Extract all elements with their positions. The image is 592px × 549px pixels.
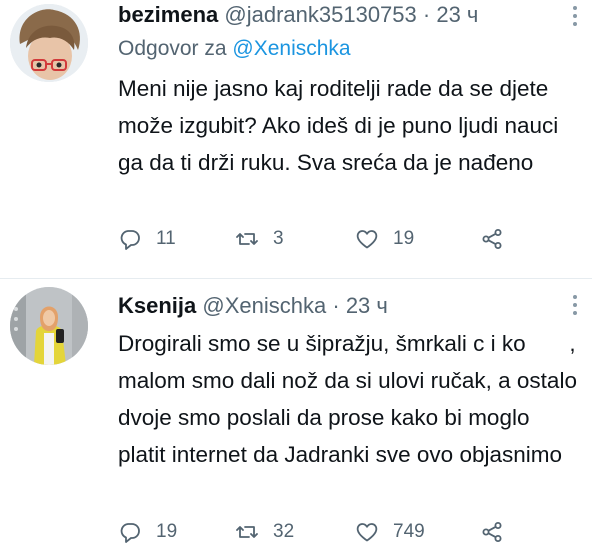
display-name[interactable]: Ksenija xyxy=(118,293,196,318)
replying-to: Odgovor za @Xenischka xyxy=(118,34,578,64)
reply-count: 11 xyxy=(156,228,176,249)
reply-count: 19 xyxy=(156,521,178,542)
tweet-text: Drogirali smo se u šipražju, šmrkali c i… xyxy=(118,331,584,467)
tweet-header: bezimena @jadrank35130753 · 23 ч xyxy=(118,0,578,30)
tweet-actions: 19 32 749 xyxy=(118,515,538,549)
avatar-image xyxy=(10,4,88,82)
like-count: 19 xyxy=(393,228,415,249)
separator: · xyxy=(332,293,340,318)
share-icon xyxy=(482,229,502,249)
share-icon xyxy=(482,522,502,542)
user-handle[interactable]: @jadrank35130753 xyxy=(224,2,416,27)
like-button[interactable]: 749 xyxy=(355,520,480,544)
avatar[interactable] xyxy=(10,4,88,82)
heart-icon xyxy=(356,230,378,249)
tweet-text: Meni nije jasno kaj roditelji rade da se… xyxy=(118,76,559,175)
reply-icon xyxy=(120,230,140,250)
reply-icon xyxy=(120,523,140,543)
heart-icon xyxy=(356,523,378,542)
like-button[interactable]: 19 xyxy=(355,227,480,251)
retweet-icon xyxy=(236,526,258,538)
user-handle[interactable]: @Xenischka xyxy=(202,293,326,318)
share-button[interactable] xyxy=(480,520,504,544)
tweet-actions: 11 3 19 xyxy=(118,222,538,256)
reply-button[interactable]: 11 xyxy=(118,227,235,251)
like-count: 749 xyxy=(393,521,425,542)
avatar-image xyxy=(10,287,88,365)
retweet-count: 3 xyxy=(273,228,284,249)
timestamp[interactable]: 23 ч xyxy=(346,293,388,318)
display-name[interactable]: bezimena xyxy=(118,2,218,27)
avatar[interactable] xyxy=(10,287,88,365)
replying-to-handle[interactable]: @Xenischka xyxy=(232,37,350,60)
separator: · xyxy=(422,2,431,27)
retweet-icon xyxy=(236,233,258,245)
more-icon[interactable] xyxy=(572,4,578,28)
retweet-button[interactable]: 3 xyxy=(235,227,355,251)
share-button[interactable] xyxy=(480,227,504,251)
retweet-button[interactable]: 32 xyxy=(235,520,355,544)
retweet-count: 32 xyxy=(273,521,295,542)
tweet[interactable]: Ksenija @Xenischka · 23 ч Drogirali smo … xyxy=(0,279,592,549)
reply-button[interactable]: 19 xyxy=(118,520,235,544)
timestamp[interactable]: 23 ч xyxy=(436,2,478,27)
replying-prefix: Odgovor za xyxy=(118,37,227,60)
more-icon[interactable] xyxy=(572,293,578,317)
tweet[interactable]: bezimena @jadrank35130753 · 23 ч Odgovor… xyxy=(0,0,592,279)
tweet-header: Ksenija @Xenischka · 23 ч xyxy=(118,291,578,321)
